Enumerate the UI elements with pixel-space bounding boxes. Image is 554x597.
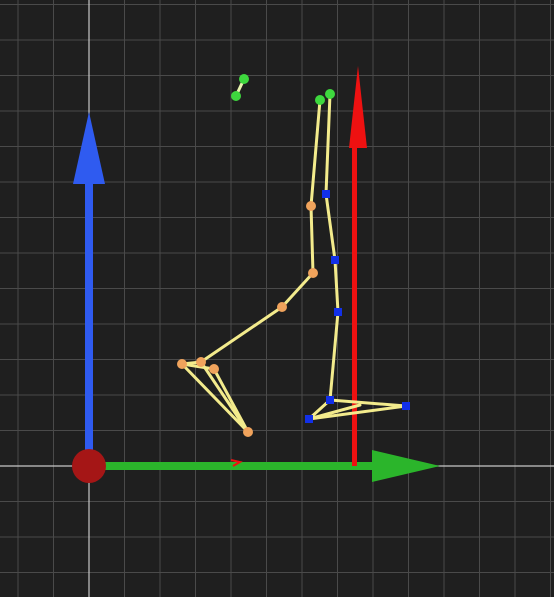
x-axis-arrowhead[interactable] <box>372 450 440 482</box>
scene-canvas[interactable] <box>0 0 554 597</box>
left-knee-joint[interactable] <box>308 268 318 278</box>
left-shin-bone[interactable] <box>199 305 284 364</box>
red-sphere-origin-icon[interactable] <box>72 449 106 483</box>
left-ball-joint[interactable] <box>209 364 219 374</box>
right-shin-joint[interactable] <box>334 308 342 316</box>
left-foot-bone-b[interactable] <box>180 362 250 434</box>
scene-axis-lines <box>0 0 554 597</box>
left-hip-bone[interactable] <box>309 98 322 208</box>
left-toe-joint[interactable] <box>243 427 253 437</box>
right-thigh-bone[interactable] <box>324 192 337 262</box>
right-knee-joint[interactable] <box>331 256 339 264</box>
y-axis-shaft[interactable] <box>85 180 93 466</box>
z-axis-arrowhead[interactable] <box>349 66 367 148</box>
transform-gizmo[interactable] <box>72 66 440 483</box>
skeleton-rig[interactable] <box>177 74 410 437</box>
left-knee-bone[interactable] <box>280 271 315 309</box>
3d-viewport[interactable] <box>0 0 554 597</box>
right-foot-bone-b[interactable] <box>328 398 408 408</box>
floor-grid <box>0 0 554 597</box>
pelvis-right-joint[interactable] <box>325 89 335 99</box>
right-toe-joint[interactable] <box>402 402 410 410</box>
left-shin-joint[interactable] <box>277 302 287 312</box>
z-axis-shaft[interactable] <box>352 144 357 466</box>
pelvis-left-joint[interactable] <box>315 95 325 105</box>
head-top-joint[interactable] <box>239 74 249 84</box>
right-ankle-joint[interactable] <box>326 396 334 404</box>
head-joint[interactable] <box>231 91 241 101</box>
right-shin-bone[interactable] <box>328 310 340 402</box>
left-thigh-bone[interactable] <box>309 204 315 275</box>
left-heel-joint[interactable] <box>177 359 187 369</box>
right-hip-bone[interactable] <box>324 92 332 196</box>
left-heel-bone[interactable] <box>199 360 250 434</box>
left-ankle-joint[interactable] <box>196 357 206 367</box>
right-hip-joint[interactable] <box>322 190 330 198</box>
right-heel-joint[interactable] <box>305 415 313 423</box>
right-foot-bone-a[interactable] <box>307 404 408 421</box>
green-arrow-icon[interactable] <box>89 450 440 482</box>
y-axis-arrowhead[interactable] <box>73 112 105 184</box>
left-hip-joint[interactable] <box>306 201 316 211</box>
